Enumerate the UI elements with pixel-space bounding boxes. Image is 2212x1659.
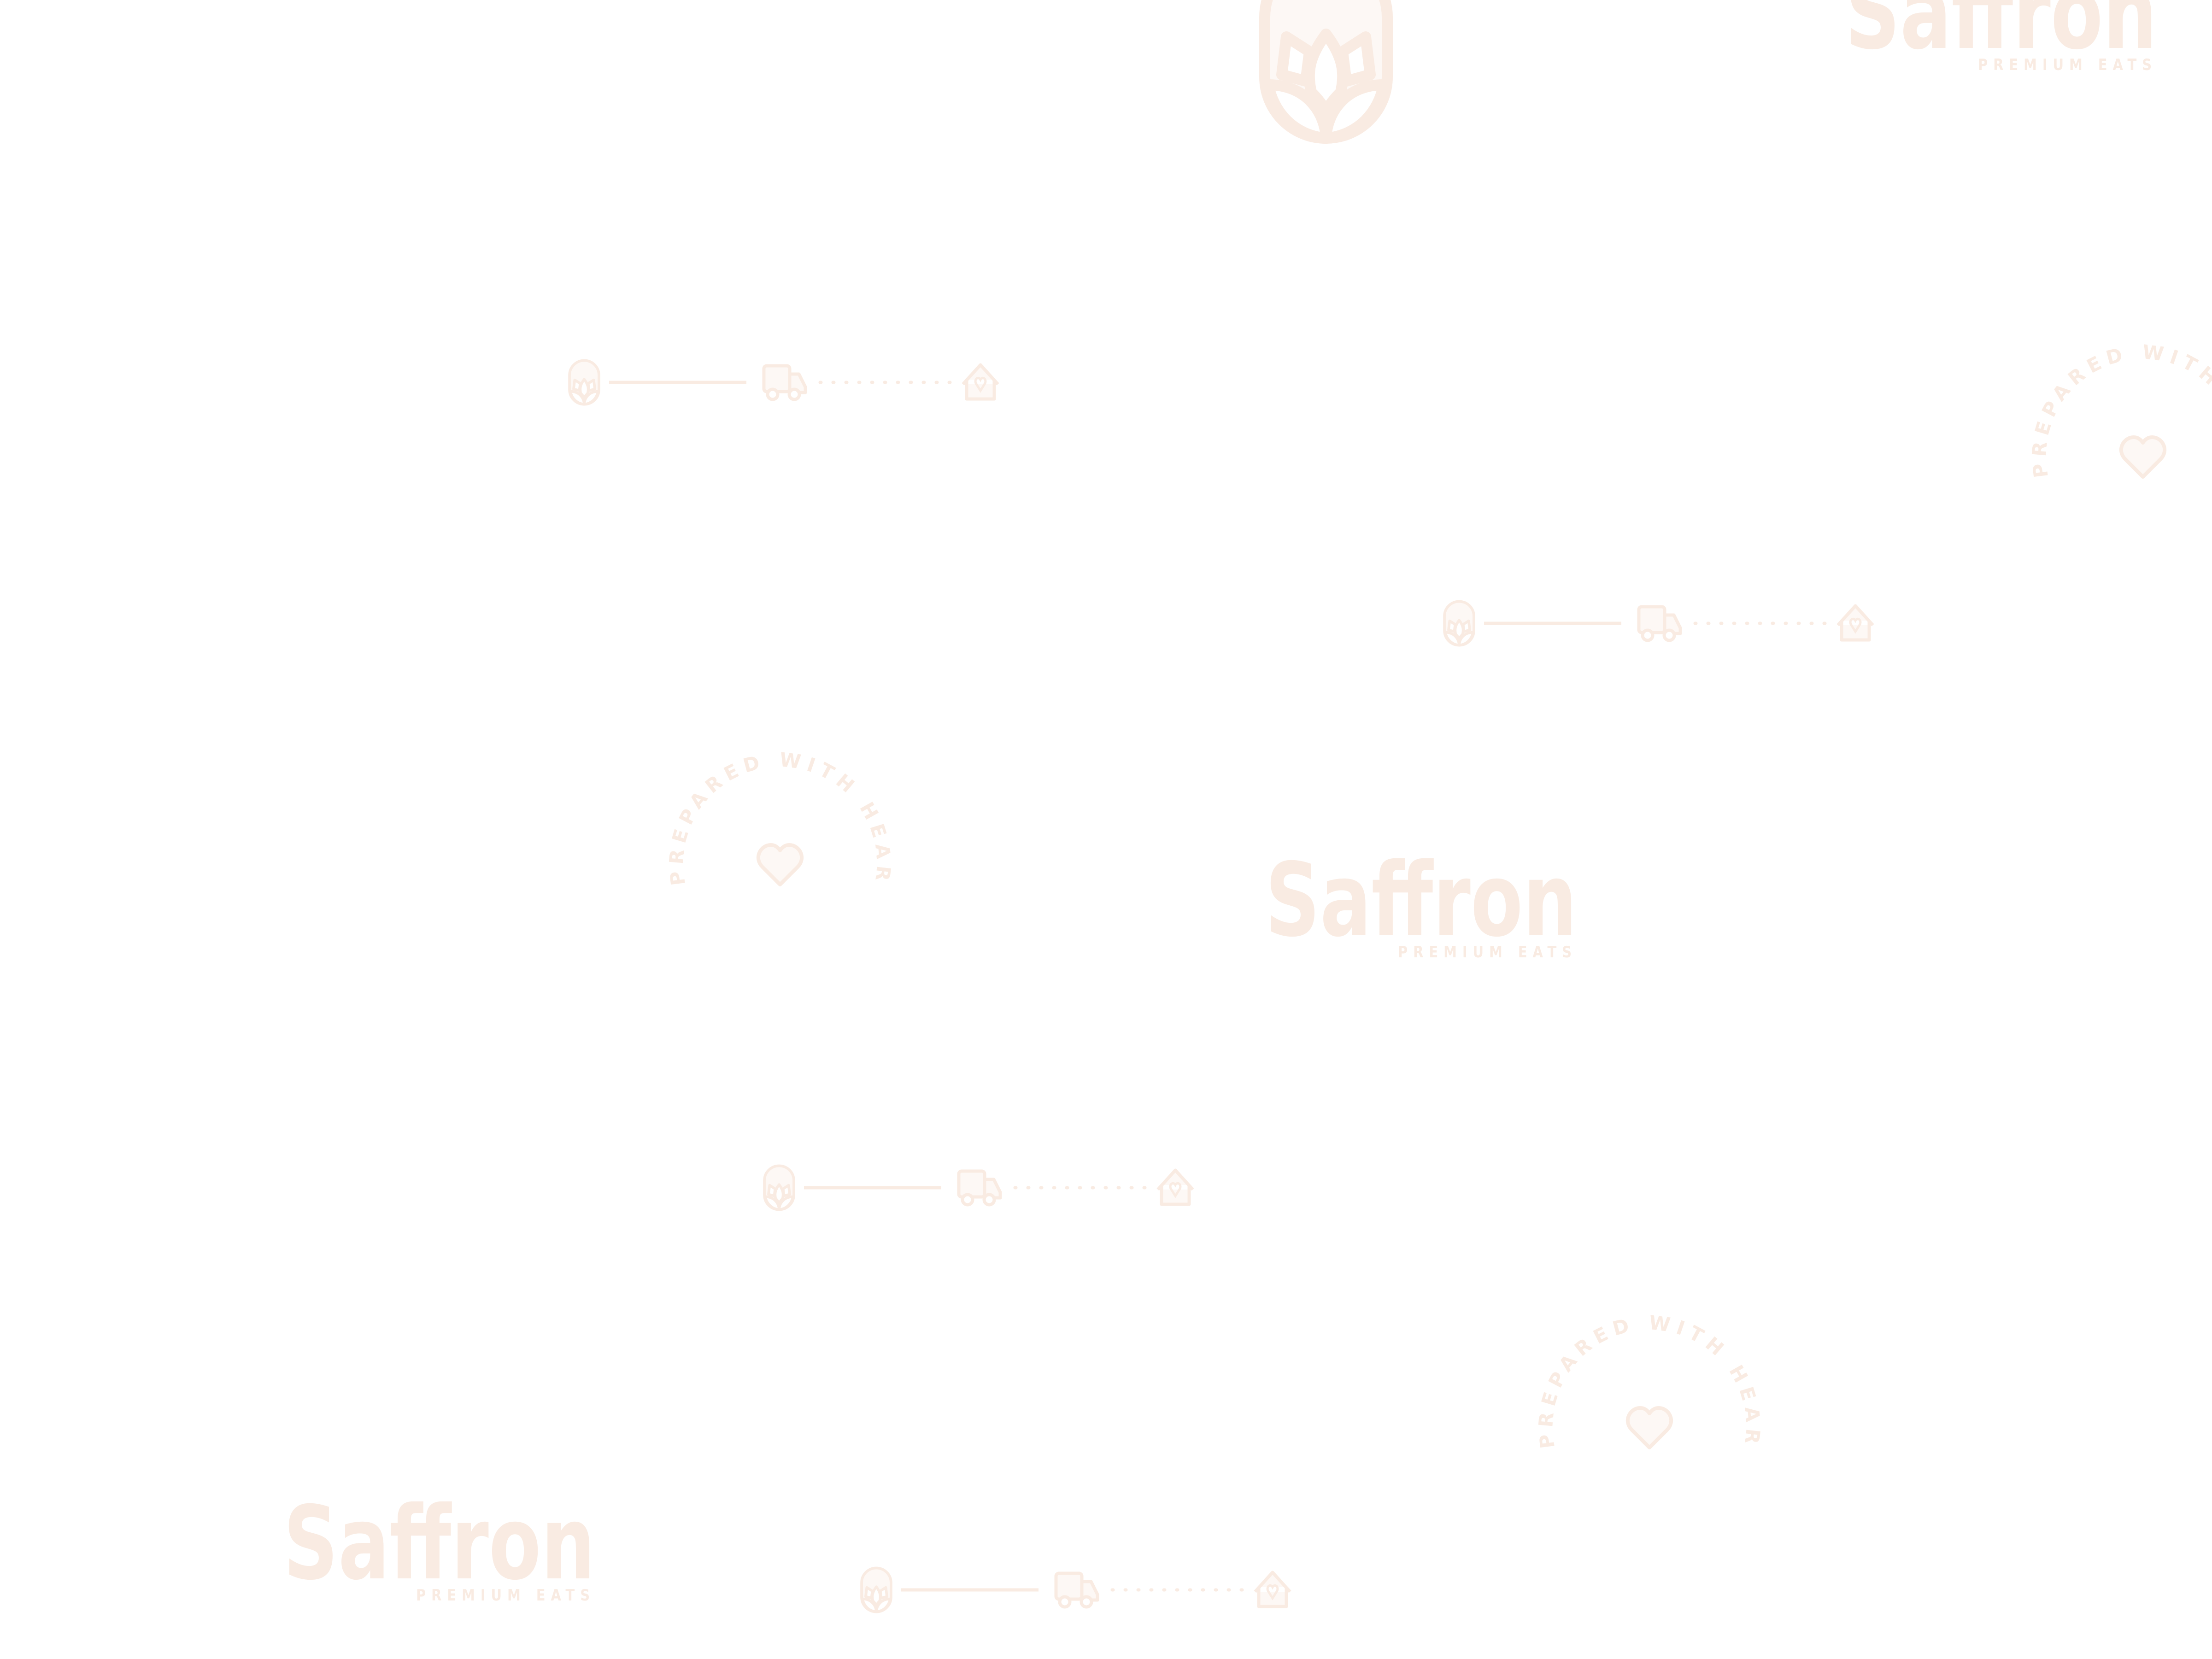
prepared-with-heart-stamp: PREPARED WITH HEART [2028,340,2212,479]
delivery-route-graphic [1444,601,1873,645]
logo-tagline: PREMIUM EATS [1398,943,1577,961]
lotus-badge-icon [1265,0,1387,138]
heart-icon [2121,437,2165,477]
logo-tagline: PREMIUM EATS [416,1586,595,1605]
saffron-logo-bottom-left: Saffron PREMIUM EATS [283,1484,595,1605]
logo-tagline: PREMIUM EATS [1978,56,2157,74]
prepared-with-heart-stamp: PREPARED WITH HEART [1534,1311,1760,1450]
delivery-route-graphic [862,1568,1290,1612]
heart-icon [1628,1408,1671,1448]
prepared-with-heart-stamp: PREPARED WITH HEART [665,748,891,887]
delivery-route-graphic [569,360,998,404]
stamp-text: PREPARED WITH HEART [2028,340,2212,479]
logo-wordmark: Saffron [283,1484,595,1602]
brand-pattern-canvas: Saffron PREMIUM EATS Saffron PREMIUM EAT… [283,0,2212,1659]
logo-wordmark: Saffron [1265,841,1577,959]
svg-text:PREPARED WITH HEART: PREPARED WITH HEART [2028,340,2212,479]
delivery-route-graphic [764,1166,1193,1209]
heart-icon [758,845,802,885]
saffron-logo-top-right: Saffron PREMIUM EATS [1845,0,2157,74]
saffron-logo-center: Saffron PREMIUM EATS [1265,841,1577,961]
